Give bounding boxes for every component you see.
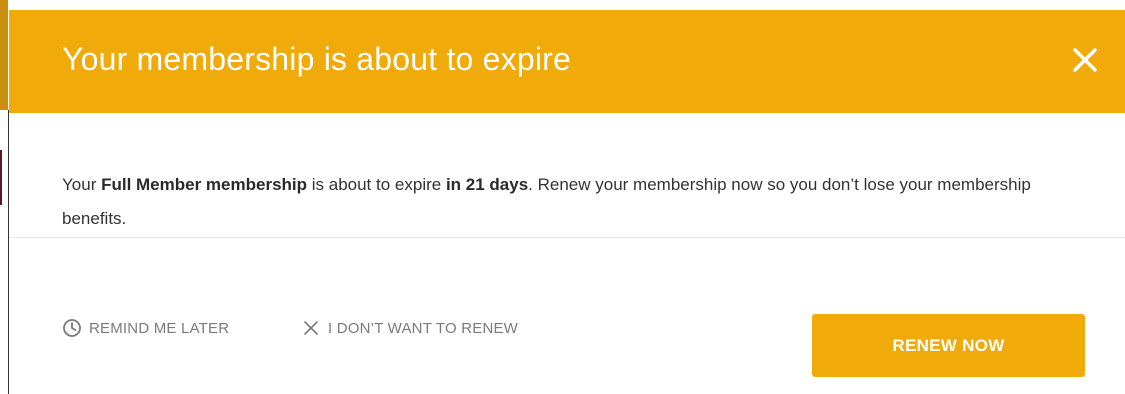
close-button[interactable] bbox=[1071, 46, 1099, 74]
expiry-message: Your Full Member membership is about to … bbox=[62, 168, 1085, 236]
backdrop-edge bbox=[0, 0, 8, 110]
modal-body: Your Full Member membership is about to … bbox=[9, 113, 1125, 238]
remind-me-later-label: REMIND ME LATER bbox=[89, 319, 230, 337]
modal-header: Your membership is about to expire bbox=[9, 10, 1125, 113]
x-icon bbox=[301, 318, 321, 338]
modal-footer: REMIND ME LATER I DON’T WANT TO RENEW RE… bbox=[9, 292, 1125, 394]
decline-renewal-label: I DON’T WANT TO RENEW bbox=[328, 319, 519, 337]
message-text-2: is about to expire bbox=[307, 175, 446, 194]
membership-type: Full Member membership bbox=[101, 175, 308, 194]
clock-icon bbox=[62, 318, 82, 338]
modal-title: Your membership is about to expire bbox=[62, 41, 572, 77]
close-icon bbox=[1073, 48, 1097, 72]
time-left: in 21 days bbox=[445, 175, 529, 194]
message-text-1: Your bbox=[62, 175, 102, 194]
page: Your membership is about to expire Your … bbox=[0, 0, 1125, 394]
backdrop-edge-dark bbox=[0, 150, 2, 205]
renew-now-button[interactable]: RENEW NOW bbox=[812, 314, 1085, 377]
decline-renewal-link[interactable]: I DON’T WANT TO RENEW bbox=[301, 318, 518, 338]
remind-me-later-link[interactable]: REMIND ME LATER bbox=[62, 318, 229, 338]
membership-expiry-modal: Your membership is about to expire Your … bbox=[9, 10, 1125, 394]
